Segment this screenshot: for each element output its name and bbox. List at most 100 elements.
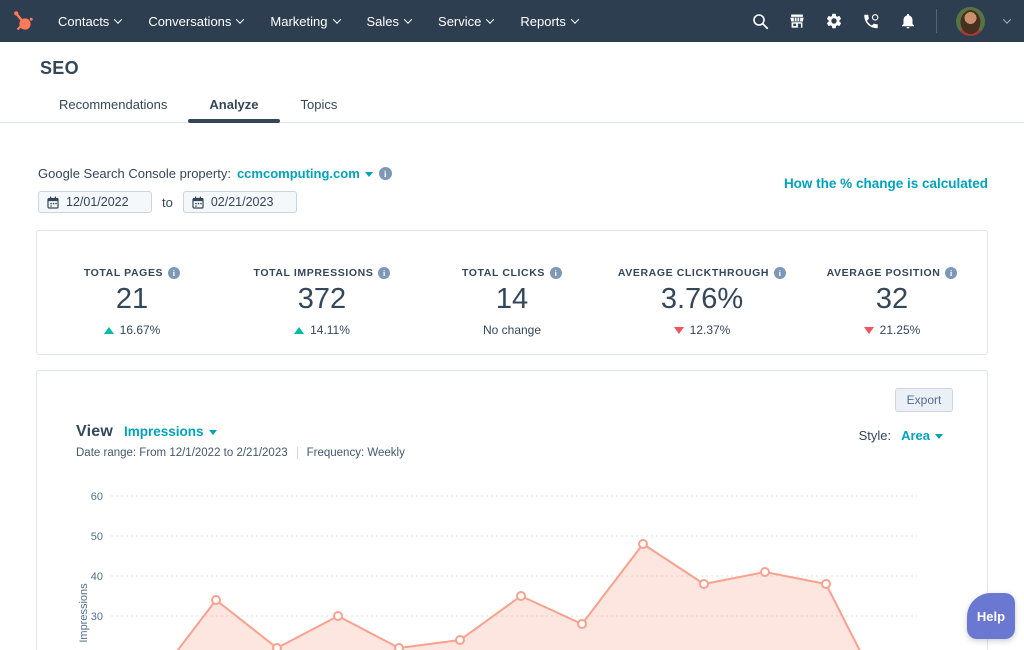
chevron-down-icon bbox=[236, 15, 244, 23]
property-dropdown[interactable]: ccmcomputing.com bbox=[237, 166, 373, 181]
svg-text:40: 40 bbox=[91, 571, 103, 583]
stat-label: TOTAL CLICKS bbox=[462, 267, 545, 279]
chart-frequency-text: Frequency: Weekly bbox=[307, 447, 405, 459]
chart-meta: Date range: From 12/1/2022 to 2/21/2023 … bbox=[76, 447, 405, 459]
nav-item-label: Contacts bbox=[58, 14, 109, 29]
date-to-value: 02/21/2023 bbox=[211, 195, 274, 209]
stat-value: 32 bbox=[876, 285, 908, 314]
view-metric-value: Impressions bbox=[124, 424, 204, 439]
nav-divider bbox=[936, 9, 937, 33]
down-triangle-icon bbox=[674, 327, 684, 334]
date-range-to-label: to bbox=[162, 195, 173, 210]
svg-text:50: 50 bbox=[91, 531, 103, 543]
stat-value: 21 bbox=[116, 285, 148, 314]
nav-item-contacts[interactable]: Contacts bbox=[58, 14, 121, 29]
stat-label: TOTAL IMPRESSIONS bbox=[254, 267, 374, 279]
page-title: SEO bbox=[40, 58, 79, 79]
hubspot-logo-icon[interactable] bbox=[0, 8, 46, 34]
tab-topics[interactable]: Topics bbox=[280, 88, 359, 122]
property-value: ccmcomputing.com bbox=[237, 166, 360, 181]
calendar-icon bbox=[47, 196, 59, 209]
up-triangle-icon bbox=[104, 327, 114, 334]
chevron-down-icon bbox=[935, 434, 943, 439]
calling-phone-icon[interactable] bbox=[862, 12, 880, 30]
date-from-input[interactable]: 12/01/2022 bbox=[38, 191, 152, 213]
meta-divider bbox=[297, 447, 298, 459]
chevron-down-icon bbox=[209, 430, 217, 435]
impressions-area-chart: 30 40 50 60 Impressions bbox=[37, 471, 989, 650]
down-triangle-icon bbox=[864, 327, 874, 334]
nav-item-label: Service bbox=[438, 14, 481, 29]
stat-average-clickthrough: AVERAGE CLICKTHROUGH i 3.76% 12.37% bbox=[607, 231, 797, 354]
chevron-down-icon bbox=[486, 15, 494, 23]
notifications-bell-icon[interactable] bbox=[899, 12, 917, 30]
stat-info-icon[interactable]: i bbox=[945, 267, 957, 279]
nav-item-label: Marketing bbox=[270, 14, 327, 29]
page-header: SEO Recommendations Analyze Topics bbox=[0, 42, 1024, 123]
settings-gear-icon[interactable] bbox=[825, 12, 843, 30]
stat-info-icon[interactable]: i bbox=[550, 267, 562, 279]
nav-utilities bbox=[751, 7, 1024, 36]
stat-change-text: 16.67% bbox=[120, 323, 161, 337]
stat-value: 3.76% bbox=[661, 285, 743, 314]
nav-item-service[interactable]: Service bbox=[438, 14, 493, 29]
summary-stats-card: TOTAL PAGES i 21 16.67% TOTAL IMPRESSION… bbox=[36, 230, 988, 355]
stat-average-position: AVERAGE POSITION i 32 21.25% bbox=[797, 231, 987, 354]
tab-analyze[interactable]: Analyze bbox=[188, 88, 279, 122]
stat-info-icon[interactable]: i bbox=[168, 267, 180, 279]
date-to-input[interactable]: 02/21/2023 bbox=[183, 191, 297, 213]
stat-info-icon[interactable]: i bbox=[774, 267, 786, 279]
nav-item-label: Sales bbox=[367, 14, 400, 29]
export-button[interactable]: Export bbox=[895, 388, 953, 412]
date-range-picker: 12/01/2022 to 02/21/2023 bbox=[38, 191, 297, 213]
svg-text:60: 60 bbox=[91, 491, 103, 503]
stat-change-text: No change bbox=[483, 323, 541, 337]
impressions-chart-card: Export View Impressions Date range: From… bbox=[36, 370, 988, 650]
chart-style-value: Area bbox=[901, 428, 930, 443]
up-triangle-icon bbox=[294, 327, 304, 334]
nav-item-label: Reports bbox=[520, 14, 566, 29]
stat-label: AVERAGE POSITION bbox=[827, 267, 941, 279]
chart-date-range-text: Date range: From 12/1/2022 to 2/21/2023 bbox=[76, 447, 288, 459]
svg-text:30: 30 bbox=[91, 611, 103, 623]
nav-item-reports[interactable]: Reports bbox=[520, 14, 578, 29]
nav-item-conversations[interactable]: Conversations bbox=[148, 14, 243, 29]
tab-bar: Recommendations Analyze Topics bbox=[38, 88, 358, 122]
chevron-down-icon bbox=[114, 15, 122, 23]
nav-item-sales[interactable]: Sales bbox=[367, 14, 412, 29]
account-chevron-down-icon[interactable] bbox=[1003, 15, 1011, 23]
stat-total-clicks: TOTAL CLICKS i 14 No change bbox=[417, 231, 607, 354]
stat-change-text: 21.25% bbox=[880, 323, 921, 337]
property-info-icon[interactable]: i bbox=[379, 167, 392, 180]
stat-label: AVERAGE CLICKTHROUGH bbox=[618, 267, 769, 279]
stat-total-pages: TOTAL PAGES i 21 16.67% bbox=[37, 231, 227, 354]
property-label: Google Search Console property: bbox=[38, 166, 231, 181]
main-menu: Contacts Conversations Marketing Sales S… bbox=[58, 14, 578, 29]
search-icon[interactable] bbox=[751, 12, 769, 30]
stat-info-icon[interactable]: i bbox=[378, 267, 390, 279]
stat-value: 14 bbox=[496, 285, 528, 314]
stat-change-text: 12.37% bbox=[690, 323, 731, 337]
nav-item-label: Conversations bbox=[148, 14, 231, 29]
chevron-down-icon bbox=[571, 15, 579, 23]
style-label: Style: bbox=[859, 428, 892, 443]
stat-change-text: 14.11% bbox=[310, 323, 350, 337]
user-avatar[interactable] bbox=[956, 7, 985, 36]
tab-recommendations[interactable]: Recommendations bbox=[38, 88, 188, 122]
stat-value: 372 bbox=[298, 285, 346, 314]
stat-label: TOTAL PAGES bbox=[84, 267, 163, 279]
calendar-icon bbox=[192, 196, 204, 209]
nav-item-marketing[interactable]: Marketing bbox=[270, 14, 339, 29]
svg-text:Impressions: Impressions bbox=[78, 583, 90, 643]
top-navigation: Contacts Conversations Marketing Sales S… bbox=[0, 0, 1024, 42]
marketplace-icon[interactable] bbox=[788, 12, 806, 30]
help-button[interactable]: Help bbox=[967, 593, 1015, 639]
how-change-calculated-link[interactable]: How the % change is calculated bbox=[784, 176, 988, 191]
chevron-down-icon bbox=[332, 15, 340, 23]
view-title: View bbox=[76, 423, 113, 441]
search-console-property-row: Google Search Console property: ccmcompu… bbox=[38, 166, 392, 181]
view-metric-dropdown[interactable]: Impressions bbox=[124, 424, 217, 439]
chevron-down-icon bbox=[365, 172, 373, 177]
stat-total-impressions: TOTAL IMPRESSIONS i 372 14.11% bbox=[227, 231, 417, 354]
chart-style-dropdown[interactable]: Area bbox=[901, 428, 943, 443]
